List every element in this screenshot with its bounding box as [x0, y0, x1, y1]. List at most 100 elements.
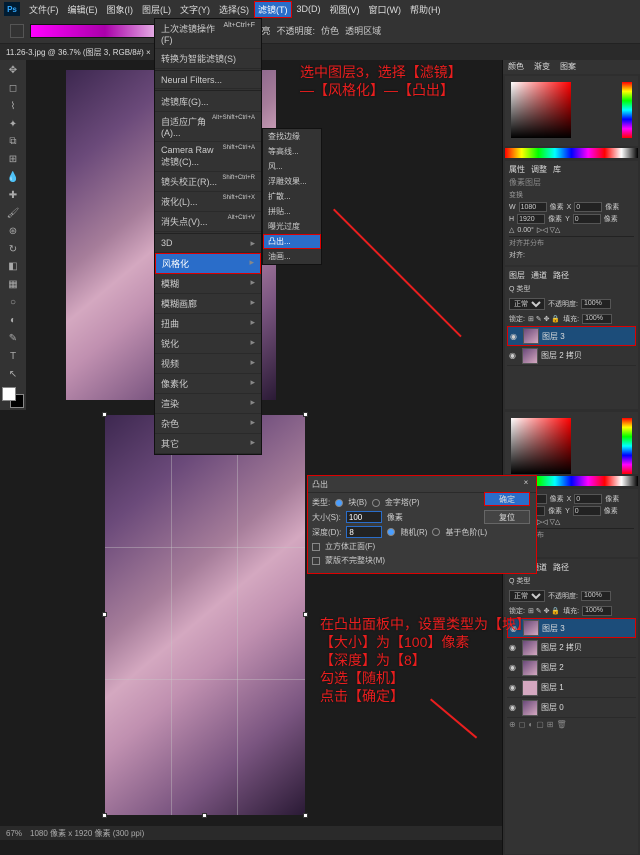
pen-tool-icon[interactable]: ✎: [2, 330, 24, 347]
group-icon[interactable]: ▢: [536, 720, 544, 729]
wand-tool-icon[interactable]: ✦: [2, 116, 24, 133]
stylize-wind[interactable]: 风...: [263, 159, 321, 174]
fg-bg-colors[interactable]: [2, 387, 24, 408]
filter-lens[interactable]: 镜头校正(R)...Shift+Ctrl+R: [155, 172, 261, 192]
layers-kind[interactable]: Q 类型: [509, 284, 530, 294]
path-tool-icon[interactable]: ↖: [2, 366, 24, 383]
angle-value[interactable]: 0.00°: [517, 227, 533, 234]
tab-library[interactable]: 库: [553, 164, 561, 175]
menu-edit[interactable]: 编辑(E): [64, 1, 102, 18]
depth-input[interactable]: [346, 526, 382, 538]
filter-adaptive[interactable]: 自适应广角(A)...Alt+Shift+Ctrl+A: [155, 112, 261, 142]
filter-camera[interactable]: Camera Raw 滤镜(C)...Shift+Ctrl+A: [155, 142, 261, 172]
opt-reverse[interactable]: 仿色: [321, 24, 339, 37]
filter-neural[interactable]: Neural Filters...: [155, 72, 261, 89]
stylize-contour[interactable]: 等高线...: [263, 144, 321, 159]
menu-image[interactable]: 图象(I): [103, 1, 138, 18]
filter-distort[interactable]: 扭曲▸: [155, 314, 261, 334]
filter-render[interactable]: 渲染▸: [155, 394, 261, 414]
blend-mode[interactable]: 正常: [509, 298, 545, 310]
layer-row[interactable]: ◉ 图层 2 拷贝: [507, 346, 636, 366]
size-input[interactable]: [346, 511, 382, 523]
trash-icon[interactable]: 🗑: [556, 720, 566, 729]
tab-pattern[interactable]: 图案: [555, 60, 581, 74]
filter-noise[interactable]: 杂色▸: [155, 414, 261, 434]
filter-stylize[interactable]: 风格化▸: [155, 253, 261, 274]
dodge-tool-icon[interactable]: ◐: [2, 312, 24, 329]
type-tool-icon[interactable]: T: [2, 348, 24, 365]
stamp-tool-icon[interactable]: ⊛: [2, 223, 24, 240]
menu-type[interactable]: 文字(Y): [176, 1, 214, 18]
stylize-extrude[interactable]: 凸出...: [263, 234, 321, 249]
filter-other[interactable]: 其它▸: [155, 434, 261, 454]
flip-icons[interactable]: ▷◁ ▽△: [537, 226, 560, 234]
h-input[interactable]: [517, 214, 545, 224]
close-icon[interactable]: ×: [520, 478, 532, 490]
layer-row[interactable]: ◉ 图层 3: [507, 326, 636, 346]
blur-tool-icon[interactable]: ○: [2, 294, 24, 311]
color-picker-bot[interactable]: [505, 412, 638, 474]
filter-blur[interactable]: 模糊▸: [155, 274, 261, 294]
layer-row[interactable]: ◉ 图层 2: [507, 658, 636, 678]
crop-tool-icon[interactable]: ⧉: [2, 133, 24, 150]
tab-paths-bot[interactable]: 路径: [553, 562, 569, 573]
tab-layers[interactable]: 图层: [509, 270, 525, 281]
marquee-tool-icon[interactable]: ◻: [2, 80, 24, 97]
frame-tool-icon[interactable]: ⊞: [2, 151, 24, 168]
fill-value[interactable]: 100%: [582, 314, 612, 324]
filter-liquify[interactable]: 液化(L)...Shift+Ctrl+X: [155, 192, 261, 212]
stylize-findedges[interactable]: 查找边缘: [263, 129, 321, 144]
stylize-tiles[interactable]: 拼贴...: [263, 204, 321, 219]
brush-tool-icon[interactable]: 🖌: [2, 205, 24, 222]
tab-paths[interactable]: 路径: [553, 270, 569, 281]
eye-icon[interactable]: ◉: [509, 663, 519, 672]
radio-level[interactable]: [432, 528, 440, 536]
filter-gallery[interactable]: 滤镜库(G)...: [155, 92, 261, 112]
stylize-emboss[interactable]: 浮雕效果...: [263, 174, 321, 189]
history-tool-icon[interactable]: ↻: [2, 241, 24, 258]
filter-3d[interactable]: 3D▸: [155, 235, 261, 253]
fx-icon[interactable]: ⊕: [509, 720, 516, 729]
move-tool-icon[interactable]: ✥: [2, 62, 24, 79]
stylize-oil[interactable]: 油画...: [263, 249, 321, 264]
gradient-tool-icon[interactable]: ▦: [2, 276, 24, 293]
w-input[interactable]: [519, 202, 547, 212]
tab-gradient[interactable]: 渐变: [529, 60, 555, 74]
lasso-tool-icon[interactable]: ⌇: [2, 98, 24, 115]
lock-icons[interactable]: ⊞ ✎ ✥ 🔒: [528, 315, 560, 323]
filter-last[interactable]: 上次滤镜操作(F)Alt+Ctrl+F: [155, 19, 261, 49]
cb-solidface[interactable]: [312, 543, 320, 551]
eyedrop-tool-icon[interactable]: 💧: [2, 169, 24, 186]
x-input[interactable]: [574, 202, 602, 212]
eye-icon[interactable]: ◉: [509, 351, 519, 360]
menu-view[interactable]: 视图(V): [326, 1, 364, 18]
filter-sharpen[interactable]: 锐化▸: [155, 334, 261, 354]
blend-mode-bot[interactable]: 正常: [509, 590, 545, 602]
stylize-diffuse[interactable]: 扩散...: [263, 189, 321, 204]
x-input-bot[interactable]: [574, 494, 602, 504]
color-ramp[interactable]: [505, 148, 638, 158]
radio-pyramid[interactable]: [372, 499, 380, 507]
eye-icon[interactable]: ◉: [509, 683, 519, 692]
color-picker[interactable]: [505, 76, 638, 146]
menu-filter[interactable]: 滤镜(T): [254, 1, 292, 18]
eye-icon[interactable]: ◉: [509, 703, 519, 712]
tab-adjust[interactable]: 调整: [531, 164, 547, 175]
radio-block[interactable]: [335, 499, 343, 507]
menu-window[interactable]: 窗口(W): [365, 1, 406, 18]
stylize-solarize[interactable]: 曝光过度: [263, 219, 321, 234]
tab-color[interactable]: 颜色: [503, 60, 529, 74]
y-input-bot[interactable]: [573, 506, 601, 516]
menu-help[interactable]: 帮助(H): [406, 1, 445, 18]
filter-vanish[interactable]: 消失点(V)...Alt+Ctrl+V: [155, 212, 261, 232]
menu-select[interactable]: 选择(S): [215, 1, 253, 18]
menu-file[interactable]: 文件(F): [25, 1, 63, 18]
radio-random[interactable]: [387, 528, 395, 536]
tab-properties[interactable]: 属性: [509, 164, 525, 175]
new-icon[interactable]: ⊞: [547, 720, 554, 729]
mask-icon[interactable]: ◻: [519, 720, 526, 729]
opacity-value[interactable]: 100%: [581, 299, 611, 309]
eye-icon[interactable]: ◉: [509, 643, 519, 652]
filter-video[interactable]: 视频▸: [155, 354, 261, 374]
doc-tab[interactable]: 11.26-3.jpg @ 36.7% (图层 3, RGB/8#) ×: [6, 47, 151, 58]
